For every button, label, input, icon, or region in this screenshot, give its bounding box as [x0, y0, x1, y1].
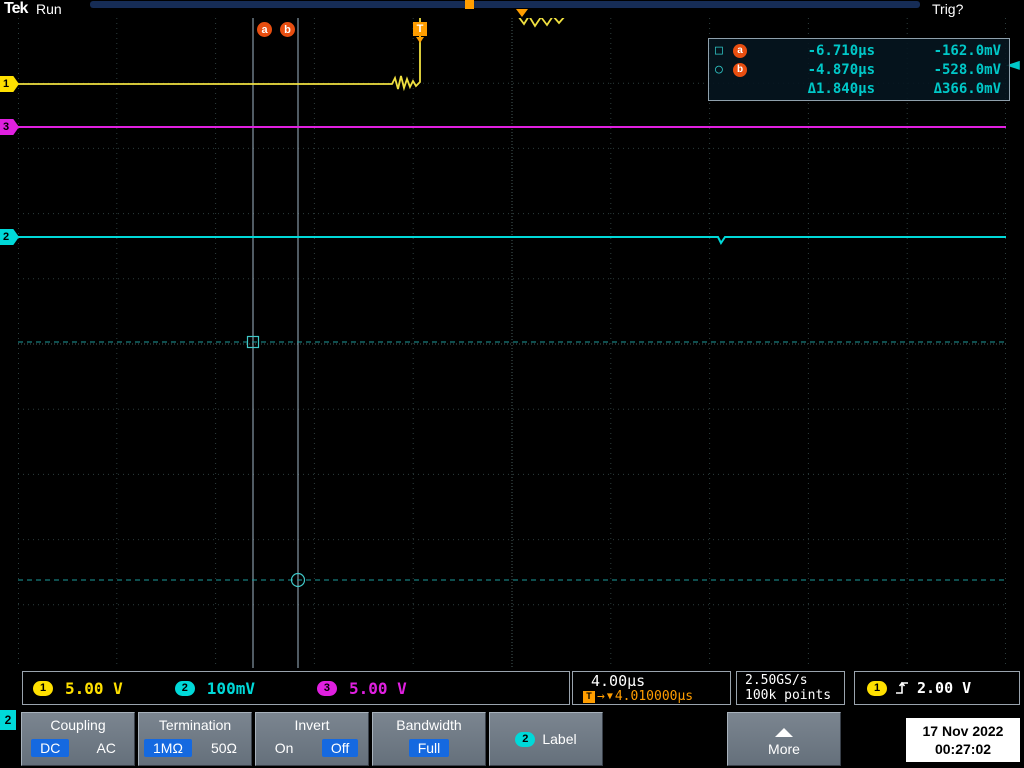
cursor-b-shape-icon: ○: [715, 62, 733, 77]
arrow-down-icon: ▼: [607, 689, 613, 704]
invert-option-on[interactable]: On: [266, 739, 303, 757]
trigger-source-badge: 1: [867, 681, 887, 696]
invert-title: Invert: [294, 717, 329, 733]
trigger-status: Trig?: [932, 1, 963, 17]
ch1-scale: 5.00 V: [65, 679, 123, 698]
trigger-point-flag[interactable]: T: [413, 22, 427, 36]
side-menu-bar: 2 Coupling DC AC Termination 1MΩ 50Ω Inv…: [0, 710, 1024, 768]
cursor-a-readout-row: □ a -6.710µs -162.0mV: [715, 41, 1003, 60]
label-channel-badge: 2: [515, 732, 535, 747]
ch3-position-badge[interactable]: 3: [0, 119, 19, 135]
date-text: 17 Nov 2022: [923, 722, 1004, 740]
expansion-point-arrow-icon: [516, 9, 528, 17]
invert-button[interactable]: Invert On Off: [255, 712, 369, 766]
coupling-title: Coupling: [50, 717, 105, 733]
more-up-arrow-icon: [775, 728, 793, 737]
ch2-position-badge[interactable]: 2: [0, 229, 19, 245]
ch1-position-badge[interactable]: 1: [0, 76, 19, 92]
more-button-text: More: [768, 741, 800, 757]
ch3-scale: 5.00 V: [349, 679, 407, 698]
graticule-center-crosshair: [18, 18, 1006, 670]
label-button[interactable]: 2 Label: [489, 712, 603, 766]
label-button-text: Label: [542, 731, 576, 747]
cursor-delta-readout-row: Δ1.840µs Δ366.0mV: [715, 79, 1003, 98]
graticule-svg: [18, 18, 1006, 670]
bandwidth-title: Bandwidth: [396, 717, 461, 733]
bandwidth-option-full[interactable]: Full: [409, 739, 450, 757]
datetime-display: 17 Nov 2022 00:27:02: [906, 718, 1020, 762]
cursor-a-badge: a: [733, 44, 747, 58]
cursor-a-time: -6.710µs: [747, 43, 875, 59]
coupling-option-dc[interactable]: DC: [31, 739, 69, 757]
cursor-readout-panel: □ a -6.710µs -162.0mV ○ b -4.870µs -528.…: [708, 38, 1010, 101]
ch3-badge: 3: [317, 681, 337, 696]
coupling-button[interactable]: Coupling DC AC: [21, 712, 135, 766]
acquisition-readout: 2.50GS/s 100k points: [736, 671, 845, 705]
acquisition-status: Run: [36, 1, 62, 17]
cursor-a-flag[interactable]: a: [257, 22, 272, 37]
cursor-b-flag[interactable]: b: [280, 22, 295, 37]
trigger-t-badge: T: [583, 691, 595, 703]
coupling-option-ac[interactable]: AC: [87, 739, 124, 757]
cursor-b-badge: b: [733, 63, 747, 77]
cursor-delta-voltage: Δ366.0mV: [875, 81, 1001, 97]
termination-option-1m[interactable]: 1MΩ: [144, 739, 192, 757]
time-text: 00:27:02: [935, 740, 991, 758]
arrow-right-icon: →: [597, 689, 605, 704]
channel-scale-readouts[interactable]: 1 5.00 V 2 100mV 3 5.00 V: [22, 671, 570, 705]
trigger-point-arrow-icon: [416, 37, 424, 43]
termination-option-50[interactable]: 50Ω: [202, 739, 246, 757]
cursor-b-voltage: -528.0mV: [875, 62, 1001, 78]
more-button[interactable]: More: [727, 712, 841, 766]
termination-title: Termination: [159, 717, 231, 733]
trigger-position-value: 4.010000µs: [615, 689, 693, 704]
record-view-bar[interactable]: [90, 1, 920, 8]
cursor-b-time: -4.870µs: [747, 62, 875, 78]
waveform-display: a b T: [18, 18, 1006, 670]
ch2-badge: 2: [175, 681, 195, 696]
ch1-badge: 1: [33, 681, 53, 696]
graticule-grid: [18, 18, 1006, 670]
trigger-level: 2.00 V: [917, 679, 971, 697]
horizontal-readout[interactable]: 4.00µs T→▼4.010000µs: [572, 671, 731, 705]
cursor-b-readout-row: ○ b -4.870µs -528.0mV: [715, 60, 1003, 79]
rising-edge-icon: [895, 680, 909, 696]
record-length: 100k points: [745, 688, 844, 703]
trigger-position-readout: T→▼4.010000µs: [583, 689, 730, 704]
cursor-a-shape-icon: □: [715, 43, 733, 58]
ch2-scale: 100mV: [207, 679, 255, 698]
invert-option-off[interactable]: Off: [322, 739, 358, 757]
sample-rate: 2.50GS/s: [745, 673, 844, 688]
record-trigger-marker: [465, 0, 474, 9]
cursor-delta-time: Δ1.840µs: [747, 81, 875, 97]
oscilloscope-screen: Tek Run Trig?: [0, 0, 1024, 768]
menu-channel-badge: 2: [0, 710, 16, 730]
tek-logo: Tek: [4, 0, 27, 18]
bottom-readout-bar: 1 5.00 V 2 100mV 3 5.00 V 4.00µs T→▼4.01…: [0, 668, 1024, 710]
termination-button[interactable]: Termination 1MΩ 50Ω: [138, 712, 252, 766]
cursor-a-voltage: -162.0mV: [875, 43, 1001, 59]
timebase-scale: 4.00µs: [583, 673, 730, 689]
bandwidth-button[interactable]: Bandwidth Full: [372, 712, 486, 766]
top-status-bar: Tek Run Trig?: [0, 0, 1024, 18]
trigger-readout[interactable]: 1 2.00 V: [854, 671, 1020, 705]
